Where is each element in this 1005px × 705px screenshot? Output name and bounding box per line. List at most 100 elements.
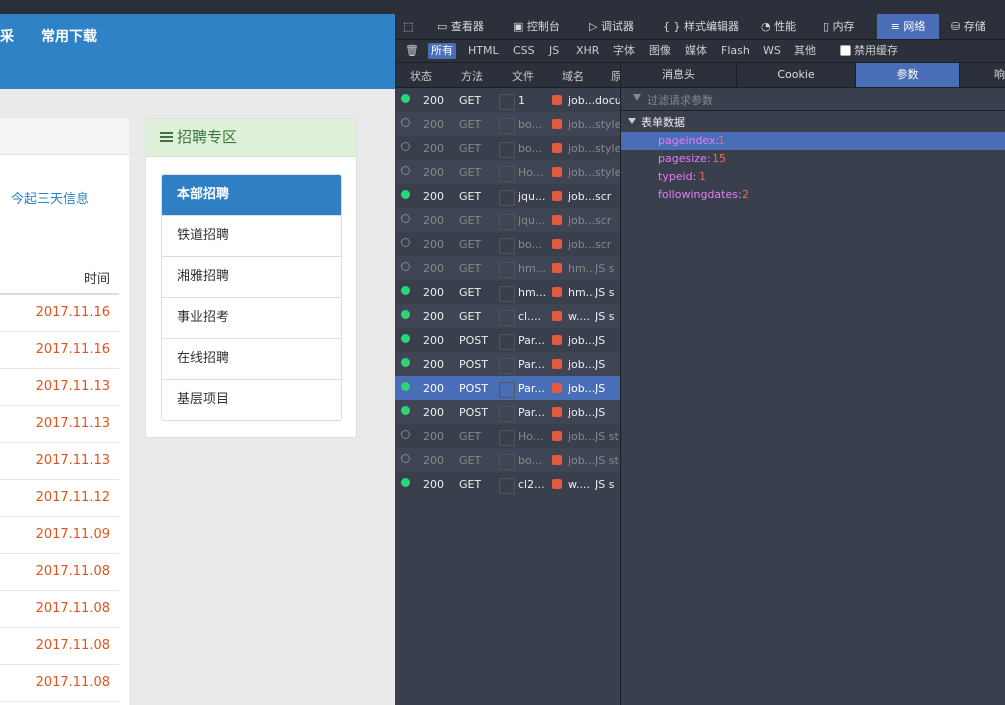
table-row[interactable]: 2017.11.16	[0, 332, 119, 369]
request-row[interactable]: 200 GET bo... job... scr	[395, 232, 620, 256]
filter-xhr[interactable]: XHR	[573, 43, 602, 59]
status-dot-icon	[401, 94, 410, 103]
tool-style-editor[interactable]: { } 样式编辑器	[663, 14, 739, 39]
table-row[interactable]: 2017.11.16	[0, 295, 119, 332]
recruit-item-grassroots[interactable]: 基层项目	[162, 379, 341, 420]
col-file[interactable]: 文件	[512, 68, 534, 84]
tab-response[interactable]: 响	[960, 63, 1005, 87]
request-status: 200	[423, 454, 444, 467]
tool-storage[interactable]: ⛁ 存储	[951, 14, 986, 39]
request-status: 200	[423, 310, 444, 323]
request-row[interactable]: 200 GET hm... hm... JS s	[395, 280, 620, 304]
filter-js[interactable]: JS	[546, 43, 562, 59]
request-row[interactable]: 200 POST Par... job... JS	[395, 328, 620, 352]
request-row[interactable]: 200 GET bo... job... style	[395, 112, 620, 136]
trash-icon[interactable]: 🗑	[402, 43, 422, 59]
request-cause: JS s	[595, 286, 615, 299]
request-row[interactable]: 200 GET hm... hm... JS s	[395, 256, 620, 280]
request-cause: docu	[595, 94, 620, 107]
request-row[interactable]: 200 GET jqu... job... scr	[395, 184, 620, 208]
param-row[interactable]: followingdates: 2	[621, 186, 1005, 204]
filter-css[interactable]: CSS	[510, 43, 538, 59]
form-data-section[interactable]: 表单数据	[621, 111, 1005, 131]
request-row[interactable]: 200 GET jqu... job... scr	[395, 208, 620, 232]
file-type-icon	[499, 286, 515, 302]
filter-html[interactable]: HTML	[465, 43, 502, 59]
param-value: 15	[712, 152, 726, 165]
request-cause: JS st	[595, 454, 619, 467]
insecure-lock-icon	[552, 359, 562, 369]
date-value: 2017.11.08	[35, 675, 110, 690]
param-row[interactable]: pagesize: 15	[621, 150, 1005, 168]
request-status: 200	[423, 358, 444, 371]
form-data-title: 表单数据	[641, 116, 685, 129]
table-row[interactable]: 2017.11.08	[0, 665, 119, 702]
tool-console[interactable]: ▣ 控制台	[513, 14, 560, 39]
filter-flash[interactable]: Flash	[718, 43, 753, 59]
tool-debugger[interactable]: ▷ 调试器	[589, 14, 634, 39]
request-row[interactable]: 200 GET 1 job... docu	[395, 88, 620, 112]
status-dot-icon	[401, 118, 410, 127]
request-column-header: 状态 方法 文件 域名 原	[395, 63, 622, 88]
tool-memory[interactable]: ▯ 内存	[823, 14, 855, 39]
table-row[interactable]: 2017.11.13	[0, 406, 119, 443]
request-method: GET	[459, 142, 482, 155]
picker-icon[interactable]: ⬚	[403, 14, 417, 39]
param-row[interactable]: typeid: 1	[621, 168, 1005, 186]
request-row[interactable]: 200 GET cl.... w.... JS s	[395, 304, 620, 328]
table-row[interactable]: 2017.11.09	[0, 517, 119, 554]
nav-item-downloads[interactable]: 常用下载	[41, 26, 97, 46]
table-row[interactable]: 2017.11.13	[0, 443, 119, 480]
param-row[interactable]: pageindex: 1	[621, 132, 1005, 150]
disable-cache-checkbox[interactable]	[840, 45, 851, 56]
col-method[interactable]: 方法	[461, 68, 483, 84]
request-row[interactable]: 200 POST Par... job... JS	[395, 376, 620, 400]
filter-media[interactable]: 媒体	[682, 43, 710, 59]
recruit-item-main[interactable]: 本部招聘	[162, 175, 341, 215]
filter-fonts[interactable]: 字体	[610, 43, 638, 59]
tab-params[interactable]: 参数	[856, 63, 960, 87]
insecure-lock-icon	[552, 383, 562, 393]
status-dot-icon	[401, 406, 410, 415]
table-row[interactable]: 2017.11.13	[0, 369, 119, 406]
tool-network[interactable]: ≡ 网络	[877, 14, 939, 39]
request-cause: scr	[595, 214, 612, 227]
col-status[interactable]: 状态	[410, 68, 432, 84]
tool-inspector[interactable]: ▭ 查看器	[437, 14, 484, 39]
request-row[interactable]: 200 GET Ho... job... JS st	[395, 424, 620, 448]
tab-cookies[interactable]: Cookie	[737, 63, 856, 87]
request-list: 200 GET 1 job... docu 200 GET bo... job... style 2…	[395, 88, 620, 705]
request-row[interactable]: 200 GET cl2... w.... JS s	[395, 472, 620, 496]
info-list-panel: 今起三天信息 时间 2017.11.16 2017.11.16 2017.11.13…	[0, 118, 129, 705]
table-row[interactable]: 2017.11.08	[0, 591, 119, 628]
file-type-icon	[499, 454, 515, 470]
recruit-item-public-exam[interactable]: 事业招考	[162, 297, 341, 338]
insecure-lock-icon	[552, 215, 562, 225]
nav-item-cai[interactable]: 采	[0, 26, 14, 46]
recruit-item-online[interactable]: 在线招聘	[162, 338, 341, 379]
status-dot-icon	[401, 430, 410, 439]
filter-other[interactable]: 其他	[791, 43, 819, 59]
filter-images[interactable]: 图像	[646, 43, 674, 59]
three-day-info-link[interactable]: 今起三天信息	[11, 188, 89, 207]
insecure-lock-icon	[552, 263, 562, 273]
table-row[interactable]: 2017.11.08	[0, 628, 119, 665]
request-row[interactable]: 200 GET bo... job... style	[395, 136, 620, 160]
request-row[interactable]: 200 POST Par... job... JS	[395, 400, 620, 424]
request-file: bo...	[518, 118, 543, 131]
request-row[interactable]: 200 GET bo... job... JS st	[395, 448, 620, 472]
recruit-item-railway[interactable]: 铁道招聘	[162, 215, 341, 256]
tool-performance[interactable]: ◔ 性能	[761, 14, 796, 39]
filter-ws[interactable]: WS	[760, 43, 784, 59]
request-status: 200	[423, 190, 444, 203]
table-row[interactable]: 2017.11.08	[0, 554, 119, 591]
request-row[interactable]: 200 GET Ho... job... style	[395, 160, 620, 184]
col-domain[interactable]: 域名	[562, 68, 584, 84]
request-status: 200	[423, 430, 444, 443]
request-row[interactable]: 200 POST Par... job... JS	[395, 352, 620, 376]
tab-headers[interactable]: 消息头	[621, 63, 737, 87]
table-row[interactable]: 2017.11.12	[0, 480, 119, 517]
filter-all[interactable]: 所有	[428, 43, 456, 59]
params-filter[interactable]: 过滤请求参数	[621, 88, 1005, 111]
recruit-item-xiangya[interactable]: 湘雅招聘	[162, 256, 341, 297]
